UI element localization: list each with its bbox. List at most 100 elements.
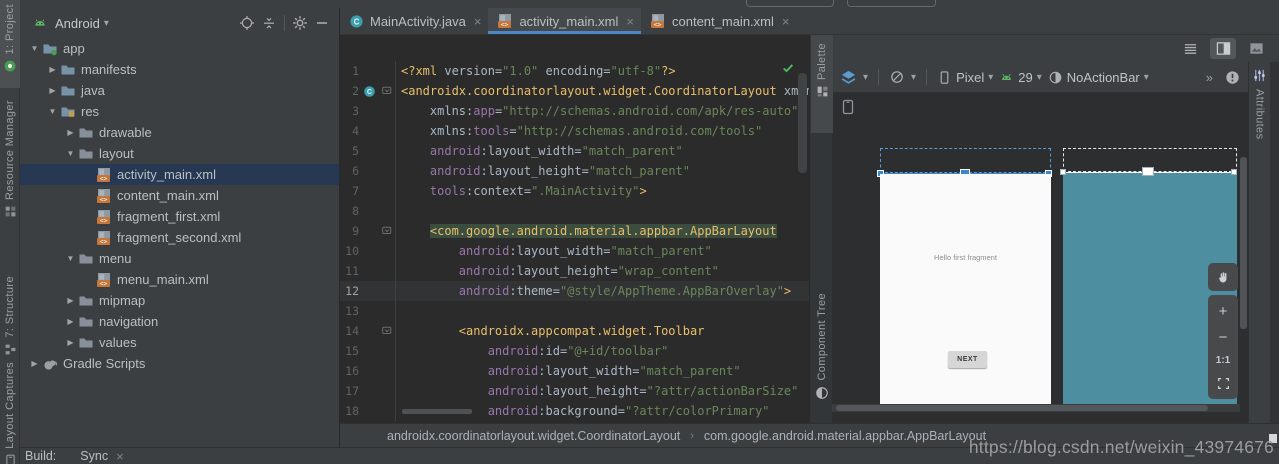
- fold-slot[interactable]: [380, 86, 394, 96]
- tree-item-activity-main-xml[interactable]: <> activity_main.xml: [20, 164, 339, 185]
- code-line-5[interactable]: 5 android:layout_width="match_parent": [340, 141, 809, 161]
- settings-gear-button[interactable]: [289, 13, 311, 33]
- code-line-15[interactable]: 15 android:id="@+id/toolbar": [340, 341, 809, 361]
- code-line-3[interactable]: 3 xmlns:app="http://schemas.android.com/…: [340, 101, 809, 121]
- chevron-expanded-icon[interactable]: ▼: [46, 107, 59, 116]
- canvas-vertical-scrollbar[interactable]: [1240, 157, 1247, 329]
- class-marker-icon[interactable]: C: [363, 85, 376, 98]
- code-line-12[interactable]: 12 android:theme="@style/AppTheme.AppBar…: [340, 281, 809, 301]
- device-selector[interactable]: Pixel ▾: [937, 70, 993, 85]
- chevron-expanded-icon[interactable]: ▼: [64, 149, 77, 158]
- editor-tab-mainactivity-java[interactable]: C MainActivity.java ×: [340, 8, 488, 34]
- project-view-selector[interactable]: Android: [55, 16, 100, 31]
- design-canvas[interactable]: Hello first fragment NEXT + − 1:1: [832, 93, 1248, 423]
- code-editor[interactable]: 1 <?xml version="1.0" encoding="utf-8"?> 2…: [340, 35, 809, 423]
- sidebar-tab-project[interactable]: 1: Project: [0, 4, 20, 73]
- tree-item-content-main-xml[interactable]: <> content_main.xml: [20, 185, 339, 206]
- close-icon[interactable]: ×: [782, 14, 790, 29]
- fold-marker-icon[interactable]: [382, 326, 392, 336]
- chevron-expanded-icon[interactable]: ▼: [28, 44, 41, 53]
- code-line-7[interactable]: 7 tools:context=".MainActivity">: [340, 181, 809, 201]
- code-line-13[interactable]: 13: [340, 301, 809, 321]
- tree-item-res[interactable]: ▼ res: [20, 101, 339, 122]
- fold-slot[interactable]: [380, 326, 394, 336]
- version-control-icon[interactable]: [3, 59, 17, 73]
- tree-item-values[interactable]: ▶ values: [20, 332, 339, 353]
- locate-file-button[interactable]: [236, 13, 258, 33]
- code-line-16[interactable]: 16 android:layout_width="match_parent": [340, 361, 809, 381]
- design-surface-mode-icon[interactable]: [840, 69, 857, 86]
- selection-handle[interactable]: [1142, 167, 1154, 176]
- split-view-button[interactable]: [1210, 38, 1236, 59]
- collapse-all-button[interactable]: [258, 13, 280, 33]
- device-widget-cut[interactable]: [847, 0, 936, 7]
- orientation-icon[interactable]: [889, 69, 905, 85]
- fold-marker-icon[interactable]: [382, 226, 392, 236]
- code-line-17[interactable]: 17 android:layout_height="?attr/actionBa…: [340, 381, 809, 401]
- code-line-6[interactable]: 6 android:layout_height="match_parent": [340, 161, 809, 181]
- api-level-selector[interactable]: 29 ▾: [999, 70, 1042, 85]
- zoom-to-fit-icon[interactable]: [1217, 377, 1230, 390]
- chevron-collapsed-icon[interactable]: ▶: [64, 128, 77, 137]
- hide-panel-button[interactable]: [311, 13, 333, 33]
- editor-horizontal-scrollbar[interactable]: [402, 409, 472, 414]
- toolbar-overflow-button[interactable]: »: [1206, 70, 1213, 85]
- chevron-expanded-icon[interactable]: ▼: [64, 254, 77, 263]
- editor-tab-content-main-xml[interactable]: <> content_main.xml ×: [641, 8, 796, 34]
- editor-tab-activity-main-xml[interactable]: <> activity_main.xml ×: [488, 8, 641, 34]
- tree-item-java[interactable]: ▶ java: [20, 80, 339, 101]
- code-line-10[interactable]: 10 android:layout_width="match_parent": [340, 241, 809, 261]
- tree-item-manifests[interactable]: ▶ manifests: [20, 59, 339, 80]
- tree-item-app[interactable]: ▼ app: [20, 38, 339, 59]
- palette-tab[interactable]: Palette: [811, 35, 833, 133]
- code-line-14[interactable]: 14 <androidx.appcompat.widget.Toolbar: [340, 321, 809, 341]
- code-line-2[interactable]: 2 C <androidx.coordinatorlayout.widget.Coo…: [340, 81, 809, 101]
- close-icon[interactable]: ×: [116, 449, 124, 464]
- chevron-collapsed-icon[interactable]: ▶: [46, 86, 59, 95]
- selection-handle[interactable]: [1060, 169, 1066, 175]
- chevron-collapsed-icon[interactable]: ▶: [64, 296, 77, 305]
- zoom-in-button[interactable]: +: [1219, 304, 1228, 319]
- build-sync-tab[interactable]: Sync ×: [80, 449, 123, 464]
- close-icon[interactable]: ×: [474, 14, 482, 29]
- chevron-collapsed-icon[interactable]: ▶: [64, 338, 77, 347]
- chevron-collapsed-icon[interactable]: ▶: [28, 359, 41, 368]
- tree-item-menu-main-xml[interactable]: <> menu_main.xml: [20, 269, 339, 290]
- issues-icon[interactable]: [1225, 70, 1240, 85]
- device-preview-design[interactable]: [880, 174, 1051, 411]
- code-line-1[interactable]: 1 <?xml version="1.0" encoding="utf-8"?>: [340, 61, 809, 81]
- breadcrumb-item-appbarlayout[interactable]: com.google.android.material.appbar.AppBa…: [704, 429, 986, 443]
- code-line-8[interactable]: 8: [340, 201, 809, 221]
- run-config-widget-cut[interactable]: [746, 0, 834, 7]
- selection-handle[interactable]: [1231, 169, 1237, 175]
- inspections-ok-icon[interactable]: [781, 61, 795, 75]
- chevron-down-icon[interactable]: ▾: [104, 18, 109, 29]
- fold-slot[interactable]: [380, 226, 394, 236]
- tree-item-drawable[interactable]: ▶ drawable: [20, 122, 339, 143]
- pan-tool-button[interactable]: [1208, 263, 1238, 291]
- tree-item-menu[interactable]: ▼ menu: [20, 248, 339, 269]
- chevron-collapsed-icon[interactable]: ▶: [46, 65, 59, 74]
- tree-item-gradle-scripts[interactable]: ▶ Gradle Scripts: [20, 353, 339, 374]
- tree-item-fragment-first-xml[interactable]: <> fragment_first.xml: [20, 206, 339, 227]
- chevron-collapsed-icon[interactable]: ▶: [64, 317, 77, 326]
- editor-vertical-scrollbar[interactable]: [798, 73, 807, 173]
- breadcrumb-item-coordinatorlayout[interactable]: androidx.coordinatorlayout.widget.Coordi…: [387, 429, 680, 443]
- tree-item-layout[interactable]: ▼ layout: [20, 143, 339, 164]
- preview-next-button[interactable]: NEXT: [948, 351, 987, 368]
- zoom-out-button[interactable]: −: [1219, 330, 1228, 345]
- code-line-4[interactable]: 4 xmlns:tools="http://schemas.android.co…: [340, 121, 809, 141]
- tree-item-mipmap[interactable]: ▶ mipmap: [20, 290, 339, 311]
- tree-item-fragment-second-xml[interactable]: <> fragment_second.xml: [20, 227, 339, 248]
- theme-selector[interactable]: NoActionBar ▾: [1048, 70, 1149, 85]
- code-line-9[interactable]: 9 <com.google.android.material.appbar.Ap…: [340, 221, 809, 241]
- sidebar-tab-structure[interactable]: 7: Structure: [0, 276, 20, 356]
- attributes-tab[interactable]: Attributes: [1248, 62, 1270, 423]
- code-view-button[interactable]: [1177, 38, 1203, 59]
- zoom-ratio-button[interactable]: 1:1: [1216, 355, 1230, 366]
- tree-item-navigation[interactable]: ▶ navigation: [20, 311, 339, 332]
- close-icon[interactable]: ×: [626, 14, 634, 29]
- fold-marker-icon[interactable]: [382, 86, 392, 96]
- component-tree-tab[interactable]: Component Tree: [811, 293, 833, 400]
- canvas-horizontal-scrollbar[interactable]: [836, 405, 1208, 411]
